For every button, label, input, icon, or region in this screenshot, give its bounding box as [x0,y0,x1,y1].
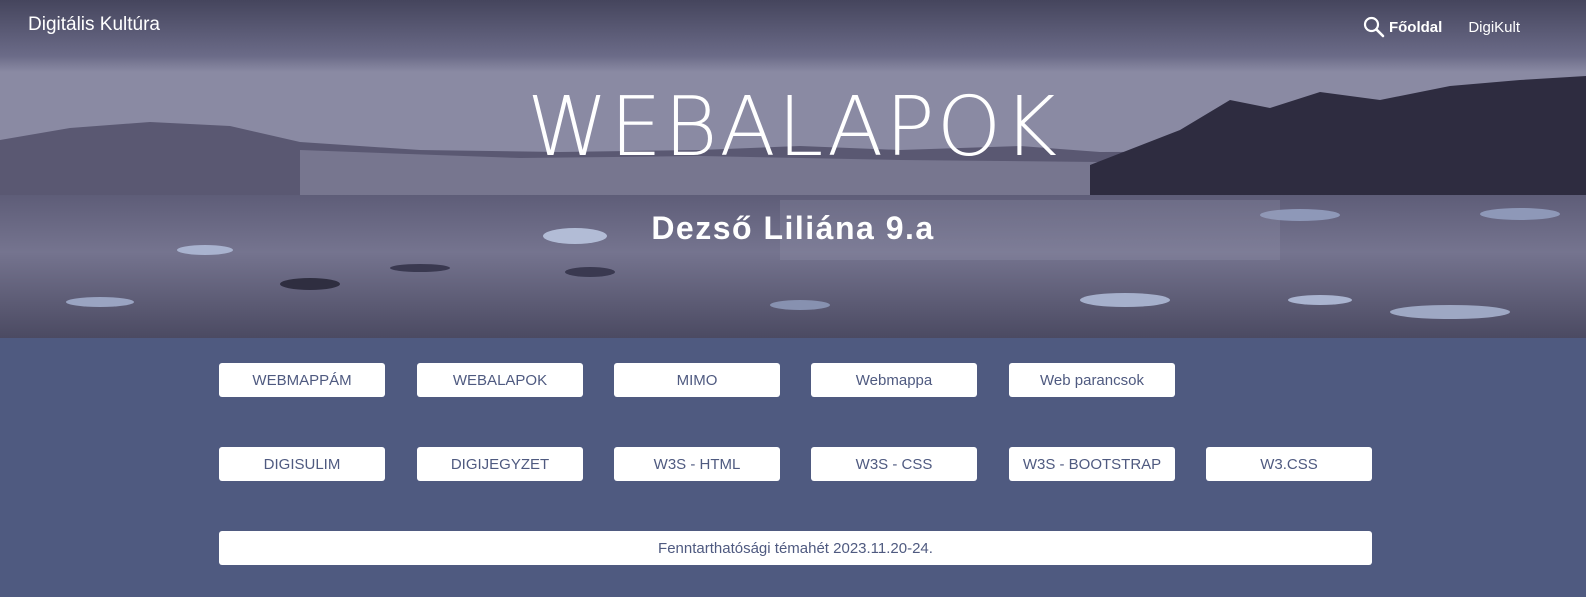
nav-link-digikult[interactable]: DigiKult [1468,19,1520,36]
link-button-w3s-bootstrap[interactable]: W3S - BOOTSTRAP [1009,447,1175,481]
top-nav: Főoldal DigiKult [1363,16,1566,38]
hero-subtitle: Dezső Liliána 9.a [651,210,935,246]
site-title[interactable]: Digitális Kultúra [28,14,160,36]
link-button-digijegyzet[interactable]: DIGIJEGYZET [417,447,583,481]
hero-banner: Digitális Kultúra Főoldal DigiKult WEBAL… [0,0,1586,338]
link-button-webalapok[interactable]: WEBALAPOK [417,363,583,397]
nav-link-fooldal[interactable]: Főoldal [1389,19,1442,36]
link-button-webmappa[interactable]: Webmappa [811,363,977,397]
link-button-webmappam[interactable]: WEBMAPPÁM [219,363,385,397]
link-button-w3-css[interactable]: W3.CSS [1206,447,1372,481]
link-button-w3s-css[interactable]: W3S - CSS [811,447,977,481]
link-button-digisulim[interactable]: DIGISULIM [219,447,385,481]
link-button-web-parancsok[interactable]: Web parancsok [1009,363,1175,397]
link-button-fenntarthatosagi-temahet[interactable]: Fenntarthatósági témahét 2023.11.20-24. [219,531,1372,565]
link-button-mimo[interactable]: MIMO [614,363,780,397]
link-button-w3s-html[interactable]: W3S - HTML [614,447,780,481]
search-icon[interactable] [1363,16,1566,38]
hero-title-text: WEBALAPOK [526,80,1060,175]
hero-title: WEBALAPOK [0,80,1586,175]
